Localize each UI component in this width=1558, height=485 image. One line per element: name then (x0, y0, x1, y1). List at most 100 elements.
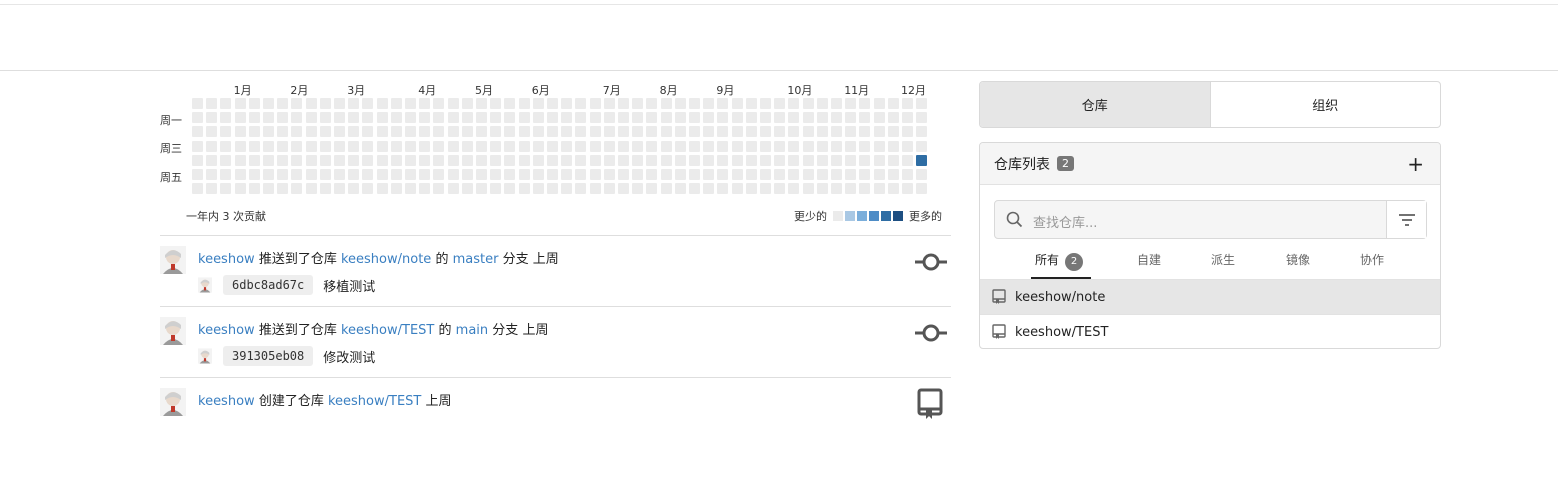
heatmap-cell[interactable] (916, 98, 928, 109)
heatmap-cell[interactable] (774, 169, 786, 180)
heatmap-cell[interactable] (248, 183, 260, 195)
heatmap-cell[interactable] (192, 126, 203, 138)
heatmap-cell[interactable] (873, 154, 885, 166)
heatmap-cell[interactable] (447, 140, 459, 152)
heatmap-cell[interactable] (518, 169, 530, 180)
commit-sha-link[interactable]: 6dbc8ad67c (223, 275, 314, 295)
heatmap-cell[interactable] (263, 140, 274, 152)
heatmap-cell[interactable] (660, 169, 672, 180)
heatmap-cell[interactable] (362, 126, 374, 138)
heatmap-cell[interactable] (319, 98, 331, 109)
heatmap-cell[interactable] (319, 126, 331, 138)
heatmap-cell[interactable] (561, 98, 573, 109)
heatmap-cell[interactable] (561, 183, 573, 195)
heatmap-cell[interactable] (646, 126, 658, 138)
heatmap-cell[interactable] (192, 169, 203, 180)
heatmap-cell[interactable] (405, 154, 416, 166)
heatmap-cell[interactable] (802, 98, 814, 109)
heatmap-cell[interactable] (376, 98, 388, 109)
heatmap-cell[interactable] (873, 169, 885, 180)
heatmap-cell[interactable] (561, 154, 573, 166)
heatmap-cell[interactable] (319, 183, 331, 195)
heatmap-cell[interactable] (618, 98, 629, 109)
heatmap-cell[interactable] (405, 169, 416, 180)
heatmap-cell[interactable] (873, 112, 885, 124)
heatmap-cell[interactable] (461, 154, 473, 166)
heatmap-cell[interactable] (291, 140, 303, 152)
heatmap-cell[interactable] (674, 140, 686, 152)
heatmap-cell[interactable] (220, 98, 232, 109)
heatmap-cell[interactable] (674, 98, 686, 109)
heatmap-cell[interactable] (774, 154, 786, 166)
heatmap-cell[interactable] (220, 154, 232, 166)
heatmap-cell[interactable] (561, 112, 573, 124)
heatmap-cell[interactable] (703, 98, 715, 109)
heatmap-cell[interactable] (263, 183, 274, 195)
heatmap-cell[interactable] (902, 98, 913, 109)
heatmap-cell[interactable] (603, 98, 615, 109)
heatmap-cell[interactable] (660, 154, 672, 166)
heatmap-cell[interactable] (390, 154, 402, 166)
heatmap-cell[interactable] (334, 169, 345, 180)
heatmap-cell[interactable] (490, 169, 502, 180)
repo-link[interactable]: keeshow/TEST (328, 394, 421, 409)
heatmap-cell[interactable] (461, 98, 473, 109)
heatmap-cell[interactable] (291, 112, 303, 124)
heatmap-cell[interactable] (348, 98, 360, 109)
heatmap-cell[interactable] (916, 169, 928, 180)
heatmap-cell[interactable] (589, 112, 601, 124)
heatmap-cell[interactable] (731, 98, 743, 109)
heatmap-cell[interactable] (632, 140, 644, 152)
heatmap-cell[interactable] (419, 126, 431, 138)
heatmap-cell[interactable] (334, 140, 345, 152)
heatmap-cell[interactable] (263, 126, 274, 138)
heatmap-cell[interactable] (334, 183, 345, 195)
heatmap-cell[interactable] (831, 169, 842, 180)
heatmap-cell[interactable] (774, 126, 786, 138)
heatmap-cell[interactable] (845, 169, 857, 180)
heatmap-cell[interactable] (902, 140, 913, 152)
heatmap-cell[interactable] (206, 154, 218, 166)
heatmap-cell[interactable] (362, 183, 374, 195)
heatmap-cell[interactable] (334, 126, 345, 138)
heatmap-cell[interactable] (504, 154, 516, 166)
heatmap-cell[interactable] (873, 126, 885, 138)
heatmap-cell[interactable] (263, 154, 274, 166)
heatmap-cell[interactable] (802, 154, 814, 166)
repo-link[interactable]: keeshow/TEST (341, 323, 434, 338)
heatmap-cell[interactable] (376, 112, 388, 124)
heatmap-cell[interactable] (234, 154, 246, 166)
heatmap-cell[interactable] (618, 183, 629, 195)
heatmap-cell[interactable] (476, 154, 487, 166)
heatmap-cell[interactable] (490, 98, 502, 109)
heatmap-cell[interactable] (305, 154, 317, 166)
heatmap-cell[interactable] (760, 154, 771, 166)
heatmap-cell[interactable] (376, 140, 388, 152)
heatmap-cell[interactable] (518, 112, 530, 124)
avatar[interactable] (160, 388, 186, 416)
heatmap-cell[interactable] (816, 140, 828, 152)
heatmap-cell[interactable] (745, 126, 757, 138)
heatmap-cell[interactable] (547, 183, 558, 195)
heatmap-cell[interactable] (887, 154, 899, 166)
heatmap-cell[interactable] (476, 183, 487, 195)
heatmap-cell[interactable] (689, 140, 700, 152)
user-link[interactable]: keeshow (198, 323, 255, 338)
heatmap-cell[interactable] (405, 126, 416, 138)
heatmap-cell[interactable] (547, 140, 558, 152)
heatmap-cell[interactable] (433, 126, 445, 138)
heatmap-cell[interactable] (887, 140, 899, 152)
heatmap-cell[interactable] (603, 154, 615, 166)
heatmap-cell[interactable] (277, 140, 289, 152)
heatmap-cell[interactable] (689, 183, 700, 195)
heatmap-cell[interactable] (277, 112, 289, 124)
heatmap-cell[interactable] (632, 98, 644, 109)
heatmap-cell[interactable] (916, 183, 928, 195)
heatmap-cell[interactable] (433, 169, 445, 180)
heatmap-cell[interactable] (731, 126, 743, 138)
heatmap-cell[interactable] (376, 169, 388, 180)
heatmap-cell[interactable] (206, 140, 218, 152)
heatmap-cell[interactable] (390, 112, 402, 124)
heatmap-cell[interactable] (689, 126, 700, 138)
heatmap-cell[interactable] (646, 112, 658, 124)
